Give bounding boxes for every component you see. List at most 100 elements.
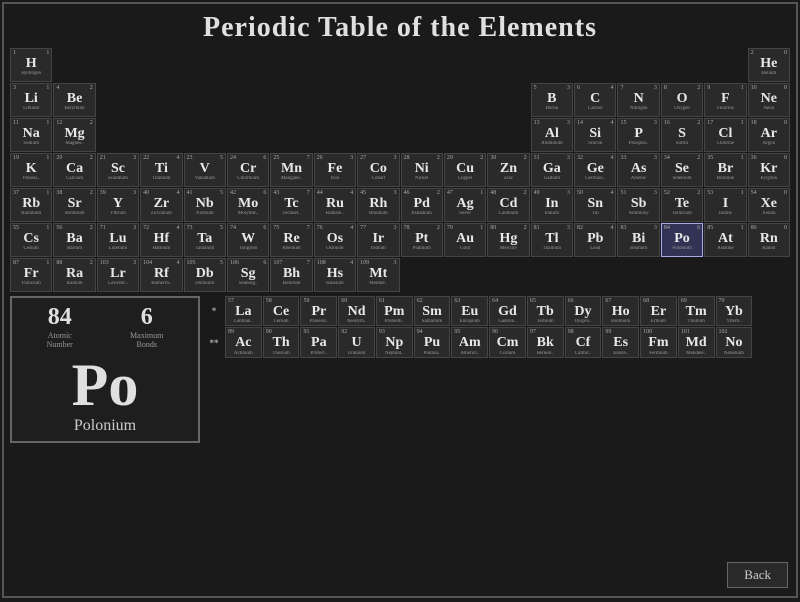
element-co[interactable]: 273CoCobalt [357, 153, 399, 187]
element-pt[interactable]: 782PtPlatinum [401, 223, 443, 257]
element-fe[interactable]: 263FeIron [314, 153, 356, 187]
element-ga[interactable]: 313GaGallium [531, 153, 573, 187]
element-si[interactable]: 144SiSilicon [574, 118, 616, 152]
element-cr[interactable]: 246CrChromium [227, 153, 269, 187]
element-u[interactable]: 92UUranium [338, 327, 375, 357]
element-ge[interactable]: 324GeGermani.. [574, 153, 616, 187]
element-zn[interactable]: 302ZnZinc [487, 153, 529, 187]
element-nb[interactable]: 415NbNiobium [184, 188, 226, 222]
element-sr[interactable]: 382SrStrontium [53, 188, 95, 222]
element-os[interactable]: 764OsOsmium [314, 223, 356, 257]
element-ar[interactable]: 180ArArgon [748, 118, 790, 152]
element-am[interactable]: 95AmAmerici.. [451, 327, 488, 357]
element-be[interactable]: 42BeBeryllium [53, 83, 95, 117]
element-tl[interactable]: 813TlThallium [531, 223, 573, 257]
element-sb[interactable]: 513SbAntimony [617, 188, 659, 222]
element-b[interactable]: 53BBoron [531, 83, 573, 117]
element-pa[interactable]: 91PaProtect.. [300, 327, 337, 357]
element-fr[interactable]: 871FrFrancium [10, 258, 52, 292]
element-hs[interactable]: 1084HsHassium [314, 258, 356, 292]
element-sg[interactable]: 1066SgSeaborg.. [227, 258, 269, 292]
element-xe[interactable]: 540XeXenon [748, 188, 790, 222]
element-bk[interactable]: 97BkBerkeli.. [527, 327, 564, 357]
element-es[interactable]: 99EsEinste.. [602, 327, 639, 357]
element-tm[interactable]: 69TmThulium [678, 296, 715, 326]
element-i[interactable]: 531IIodine [704, 188, 746, 222]
element-fm[interactable]: 100FmFermium [640, 327, 677, 357]
element-pm[interactable]: 61PmPrometh.. [376, 296, 413, 326]
element-ne[interactable]: 100NeNeon [748, 83, 790, 117]
element-rb[interactable]: 371RbRubidium [10, 188, 52, 222]
element-pr[interactable]: 59PrPraseod.. [300, 296, 337, 326]
element-dy[interactable]: 66DyDyspro.. [565, 296, 602, 326]
element-ni[interactable]: 282NiNickel [401, 153, 443, 187]
element-ca[interactable]: 202CaCalcium [53, 153, 95, 187]
element-v[interactable]: 235VVanadium [184, 153, 226, 187]
element-nd[interactable]: 60NdNeodym.. [338, 296, 375, 326]
element-kr[interactable]: 360KrKrypton [748, 153, 790, 187]
element-bh[interactable]: 1077BhBohrium [270, 258, 312, 292]
element-o[interactable]: 82OOxygen [661, 83, 703, 117]
element-eu[interactable]: 63EuEuropium [451, 296, 488, 326]
element-cd[interactable]: 482CdCadmium [487, 188, 529, 222]
element-w[interactable]: 746WTungsten [227, 223, 269, 257]
element-li[interactable]: 31LiLithium [10, 83, 52, 117]
element-er[interactable]: 68ErErbium [640, 296, 677, 326]
element-sc[interactable]: 213ScScandium [97, 153, 139, 187]
element-cm[interactable]: 96CmCurium [489, 327, 526, 357]
element-ru[interactable]: 444RuRutheni.. [314, 188, 356, 222]
element-pd[interactable]: 462PdPalladium [401, 188, 443, 222]
element-f[interactable]: 91FFluorine [704, 83, 746, 117]
element-la[interactable]: 57LaLanthan.. [225, 296, 262, 326]
element-ta[interactable]: 735TaTantalum [184, 223, 226, 257]
element-ir[interactable]: 773IrIridium [357, 223, 399, 257]
element-k[interactable]: 191KPotassi.. [10, 153, 52, 187]
element-zr[interactable]: 404ZrZirconium [140, 188, 182, 222]
element-mo[interactable]: 426MoMolybde.. [227, 188, 269, 222]
element-cu[interactable]: 292CuCopper [444, 153, 486, 187]
element-c[interactable]: 64CCarbon [574, 83, 616, 117]
element-hg[interactable]: 802HgMercury [487, 223, 529, 257]
element-au[interactable]: 791AuGold [444, 223, 486, 257]
element-mn[interactable]: 257MnMangane.. [270, 153, 312, 187]
element-in[interactable]: 493InIndium [531, 188, 573, 222]
element-po[interactable]: 846PoPolonium [661, 223, 703, 257]
element-lr[interactable]: 1033LrLawrenc.. [97, 258, 139, 292]
element-lu[interactable]: 713LuLutetium [97, 223, 139, 257]
element-he[interactable]: 20HeHelium [748, 48, 790, 82]
element-as[interactable]: 333AsArsenic [617, 153, 659, 187]
element-ho[interactable]: 67HoHolmium [602, 296, 639, 326]
element-te[interactable]: 522TeTellurium [661, 188, 703, 222]
element-bi[interactable]: 833BiBismuth [617, 223, 659, 257]
element-ti[interactable]: 224TiTitanium [140, 153, 182, 187]
element-ra[interactable]: 882RaRadium [53, 258, 95, 292]
element-ac[interactable]: 89AcActinium [225, 327, 262, 357]
element-cf[interactable]: 98CfCalifor.. [565, 327, 602, 357]
element-ba[interactable]: 562BaBarium [53, 223, 95, 257]
element-tc[interactable]: 437TcTechnet.. [270, 188, 312, 222]
element-ag[interactable]: 471AgSilver [444, 188, 486, 222]
element-pb[interactable]: 824PbLead [574, 223, 616, 257]
element-th[interactable]: 90ThThorium [263, 327, 300, 357]
element-p[interactable]: 153PPhospho.. [617, 118, 659, 152]
element-br[interactable]: 351BrBromine [704, 153, 746, 187]
element-pu[interactable]: 94PuPlutoni.. [414, 327, 451, 357]
element-mt[interactable]: 1093MtMeitner.. [357, 258, 399, 292]
element-na[interactable]: 111NaSodium [10, 118, 52, 152]
element-gd[interactable]: 64GdGadolin.. [489, 296, 526, 326]
element-sn[interactable]: 504SnTin [574, 188, 616, 222]
element-cl[interactable]: 171ClChlorine [704, 118, 746, 152]
element-y[interactable]: 393YYttrium [97, 188, 139, 222]
back-button[interactable]: Back [727, 562, 788, 588]
element-rh[interactable]: 453RhRhodium [357, 188, 399, 222]
element-s[interactable]: 162SSulfur [661, 118, 703, 152]
element-rf[interactable]: 1044RfRutherfo.. [140, 258, 182, 292]
element-yb[interactable]: 70YbYtterb.. [716, 296, 753, 326]
element-md[interactable]: 101MdMendele.. [678, 327, 715, 357]
element-tb[interactable]: 65TbTerbium [527, 296, 564, 326]
element-rn[interactable]: 860RnRadon [748, 223, 790, 257]
element-re[interactable]: 757ReRhenium [270, 223, 312, 257]
element-mg[interactable]: 122MgMagnes.. [53, 118, 95, 152]
element-ce[interactable]: 58CeCerium [263, 296, 300, 326]
element-sm[interactable]: 62SmSamarium [414, 296, 451, 326]
